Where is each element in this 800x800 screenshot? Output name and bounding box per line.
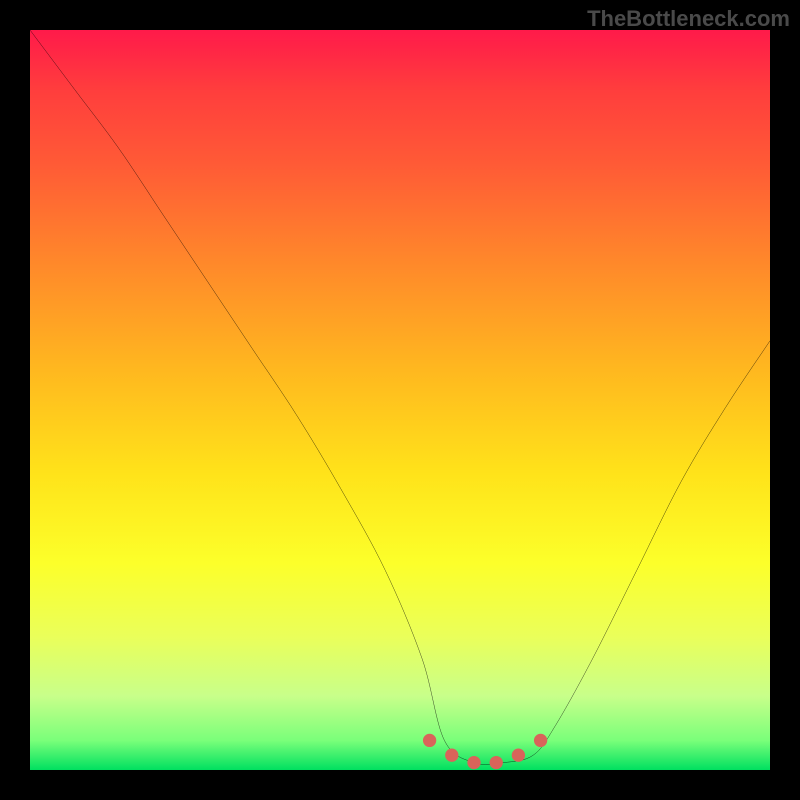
watermark-text: TheBottleneck.com <box>587 6 790 32</box>
optimal-marker-dot <box>512 749 525 762</box>
optimal-marker-dot <box>423 734 436 747</box>
bottleneck-curve-line <box>30 30 770 765</box>
optimal-marker-dot <box>445 749 458 762</box>
optimal-marker-dot <box>534 734 547 747</box>
chart-plot-area <box>30 30 770 770</box>
bottleneck-curve-svg <box>30 30 770 770</box>
optimal-range-markers <box>423 734 547 770</box>
optimal-marker-dot <box>490 756 503 769</box>
optimal-marker-dot <box>467 756 480 769</box>
